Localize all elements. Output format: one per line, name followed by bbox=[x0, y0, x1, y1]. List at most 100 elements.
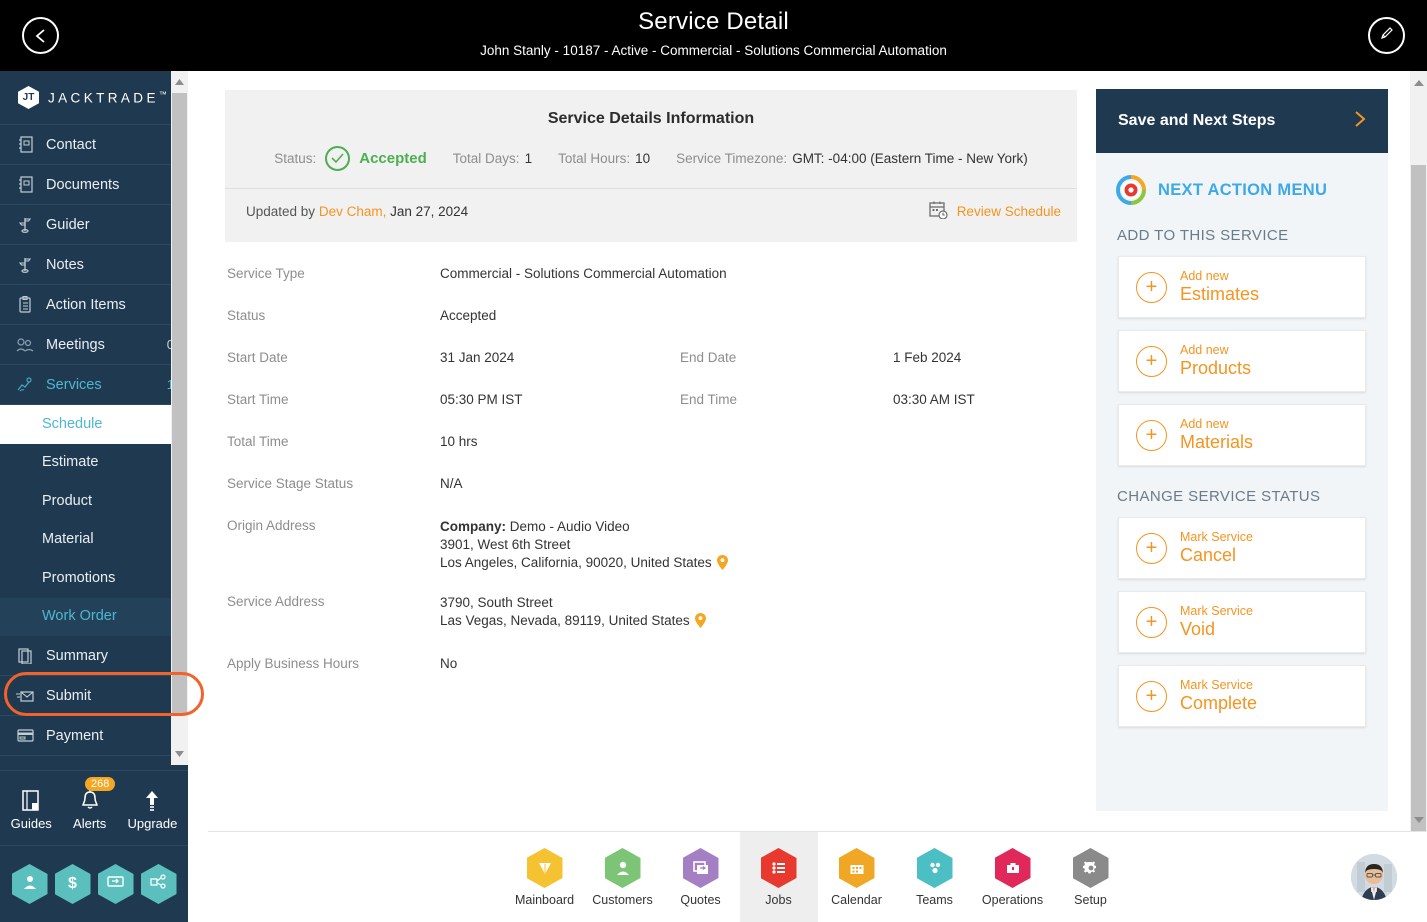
card-small-label: Mark Service bbox=[1180, 678, 1253, 692]
card-big-label: Products bbox=[1180, 358, 1252, 378]
add-new-materials-button[interactable]: + Add new Materials bbox=[1118, 404, 1366, 466]
field-label: Start Time bbox=[227, 392, 289, 407]
card-small-label: Add new bbox=[1180, 269, 1229, 283]
card-big-label: Estimates bbox=[1180, 284, 1260, 304]
sidebar-item-contact[interactable]: Contact bbox=[0, 125, 188, 165]
plus-icon: + bbox=[1136, 680, 1167, 712]
sidebar-subitem-work-order[interactable]: Work Order bbox=[0, 597, 188, 636]
updated-by-user[interactable]: Dev Cham, bbox=[319, 204, 387, 219]
plus-icon: + bbox=[1136, 419, 1167, 451]
sidebar-scroll-up-arrow[interactable] bbox=[171, 71, 188, 93]
avatar[interactable] bbox=[1351, 854, 1397, 900]
sidebar-item-meetings[interactable]: Meetings 0 bbox=[0, 325, 188, 365]
bottom-nav-setup[interactable]: Setup bbox=[1052, 832, 1130, 922]
sidebar-item-label: Submit bbox=[46, 687, 92, 704]
review-schedule-button[interactable]: Review Schedule bbox=[929, 201, 1061, 222]
field-label: Total Time bbox=[227, 434, 289, 449]
sidebar-item-label: Summary bbox=[46, 647, 109, 664]
field-label: Start Date bbox=[227, 350, 288, 365]
brand-logo[interactable]: JT JACKTRADE™ bbox=[0, 71, 188, 125]
bottom-nav-operations[interactable]: Operations bbox=[974, 832, 1052, 922]
bottom-nav-mainboard[interactable]: Mainboard bbox=[506, 832, 584, 922]
bottom-nav-customers[interactable]: Customers bbox=[584, 832, 662, 922]
sidebar-subitem-label: Promotions bbox=[42, 569, 116, 586]
status-badge: Accepted bbox=[359, 150, 427, 167]
sidebar-item-action-items[interactable]: Action Items bbox=[0, 285, 188, 325]
card-text: Mark Service Cancel bbox=[1180, 530, 1253, 566]
save-and-next-steps-header[interactable]: Save and Next Steps bbox=[1096, 89, 1388, 153]
sidebar-item-summary[interactable]: Summary bbox=[0, 636, 188, 676]
field-label: Apply Business Hours bbox=[227, 656, 360, 671]
sidebar-scrollbar[interactable] bbox=[171, 71, 188, 765]
sidebar-item-notes[interactable]: Notes bbox=[0, 245, 188, 285]
total-days-label: Total Days: bbox=[452, 151, 520, 166]
sidebar-item-label: Guider bbox=[46, 216, 90, 233]
page-scrollbar[interactable] bbox=[1410, 71, 1427, 879]
sidebar-item-submit[interactable]: Submit bbox=[0, 676, 188, 716]
map-pin-icon[interactable] bbox=[694, 613, 706, 628]
sidebar-subitem-product[interactable]: Product bbox=[0, 482, 188, 521]
brand-name: JACKTRADE™ bbox=[48, 89, 167, 106]
quotes-icon bbox=[682, 848, 719, 888]
total-hours-value: 10 bbox=[635, 151, 651, 166]
page-scroll-thumb[interactable] bbox=[1411, 165, 1426, 879]
service-detail-fields: Service Type Commercial - Solutions Comm… bbox=[208, 266, 1093, 698]
sidebar: JT JACKTRADE™ Contact Documents Guider N… bbox=[0, 71, 204, 922]
summary-icon bbox=[14, 647, 36, 665]
book-icon bbox=[20, 785, 42, 813]
sidebar-subitem-schedule[interactable]: Schedule bbox=[0, 405, 188, 444]
check-circle-icon bbox=[325, 146, 351, 171]
user-hex-button[interactable] bbox=[11, 864, 48, 904]
mark-service-void-button[interactable]: + Mark Service Void bbox=[1118, 591, 1366, 653]
sidebar-subitem-material[interactable]: Material bbox=[0, 521, 188, 560]
updated-date: Jan 27, 2024 bbox=[390, 204, 469, 219]
sidebar-scroll-thumb[interactable] bbox=[172, 93, 187, 713]
dollar-hex-button[interactable]: $ bbox=[54, 864, 91, 904]
next-action-menu-title: NEXT ACTION MENU bbox=[1158, 180, 1328, 199]
add-new-products-button[interactable]: + Add new Products bbox=[1118, 330, 1366, 392]
trademark-symbol: ™ bbox=[158, 89, 167, 99]
card-small-label: Add new bbox=[1180, 417, 1229, 431]
bottom-nav-calendar[interactable]: Calendar bbox=[818, 832, 896, 922]
field-value: Company: Demo - Audio Video 3901, West 6… bbox=[440, 518, 870, 572]
alerts-button[interactable]: 268 Alerts bbox=[73, 777, 116, 831]
page-scroll-down-arrow[interactable] bbox=[1410, 808, 1427, 831]
transaction-hex-button[interactable] bbox=[97, 864, 134, 904]
mark-service-complete-button[interactable]: + Mark Service Complete bbox=[1118, 665, 1366, 727]
bottom-nav-label: Customers bbox=[592, 893, 653, 907]
updated-prefix: Updated by bbox=[246, 204, 316, 219]
sidebar-item-guider[interactable]: Guider bbox=[0, 205, 188, 245]
add-new-estimates-button[interactable]: + Add new Estimates bbox=[1118, 256, 1366, 318]
sidebar-scroll-down-arrow[interactable] bbox=[171, 743, 188, 765]
sidebar-item-documents[interactable]: Documents bbox=[0, 165, 188, 205]
field-row-dates: Start Date 31 Jan 2024 End Date 1 Feb 20… bbox=[208, 350, 1093, 365]
field-value: 05:30 PM IST bbox=[440, 392, 523, 407]
mark-service-cancel-button[interactable]: + Mark Service Cancel bbox=[1118, 517, 1366, 579]
plus-icon: + bbox=[1136, 345, 1167, 377]
bottom-nav-quotes[interactable]: Quotes bbox=[662, 832, 740, 922]
card-text: Add new Materials bbox=[1180, 417, 1253, 453]
sidebar-subitem-promotions[interactable]: Promotions bbox=[0, 559, 188, 598]
field-label: Service Stage Status bbox=[227, 476, 354, 491]
field-value: Commercial - Solutions Commercial Automa… bbox=[440, 266, 727, 281]
guides-button[interactable]: Guides bbox=[11, 785, 52, 831]
setup-gear-icon bbox=[1072, 848, 1109, 888]
workflow-hex-button[interactable] bbox=[140, 864, 177, 904]
page-subtitle: John Stanly - 10187 - Active - Commercia… bbox=[480, 43, 947, 58]
sidebar-item-payment[interactable]: Payment bbox=[0, 716, 188, 756]
map-pin-icon[interactable] bbox=[716, 555, 728, 570]
field-value: 03:30 AM IST bbox=[893, 392, 975, 407]
origin-city-line: Los Angeles, California, 90020, United S… bbox=[440, 554, 870, 572]
bottom-nav-jobs[interactable]: Jobs bbox=[739, 832, 818, 922]
edit-button[interactable] bbox=[1368, 17, 1405, 54]
field-row-total-time: Total Time 10 hrs bbox=[208, 434, 1093, 449]
page-scroll-up-arrow[interactable] bbox=[1410, 71, 1427, 94]
calendar-clock-icon bbox=[929, 201, 948, 222]
sidebar-subitem-estimate[interactable]: Estimate bbox=[0, 444, 188, 483]
upgrade-button[interactable]: Upgrade bbox=[127, 785, 177, 831]
quick-actions-row: Guides 268 Alerts Upgrade bbox=[0, 771, 188, 846]
field-value: Accepted bbox=[440, 308, 497, 323]
up-arrow-icon bbox=[141, 785, 163, 813]
bottom-nav-teams[interactable]: Teams bbox=[896, 832, 974, 922]
sidebar-item-services[interactable]: Services 1 bbox=[0, 365, 188, 405]
